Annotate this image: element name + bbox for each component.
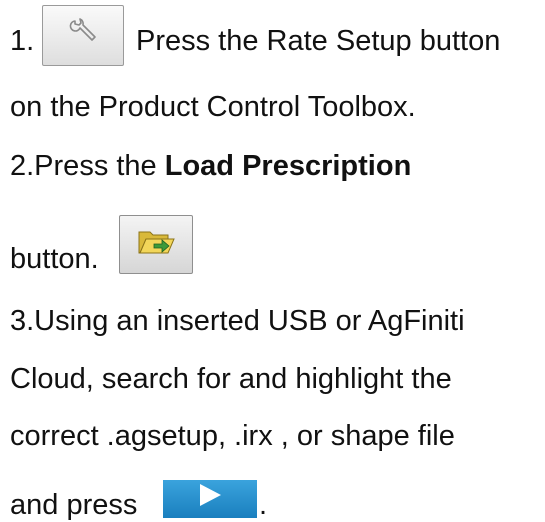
step-2-prefix: 2.Press the [10,150,165,182]
step-3-text-a: 3.Using an inserted USB or AgFiniti [10,305,465,337]
next-button[interactable] [163,480,257,518]
step-1-text-b: on the Product Control Toolbox. [10,91,416,123]
wrench-icon [68,17,98,55]
load-prescription-button[interactable] [119,215,193,274]
step-3-text-c: correct .agsetup, .irx , or shape file [10,420,455,452]
load-prescription-label: Load Prescription [164,150,412,182]
step-1-number: 1. [10,25,35,57]
step-1-text-a: Press the Rate Setup button [136,25,501,57]
rate-setup-button[interactable] [42,5,124,66]
step-2-text: 2.Press the Load Prescription [10,149,411,183]
step-3-period: . [259,489,268,521]
step-3-text-b: Cloud, search for and highlight the [10,363,452,395]
play-arrow-icon [196,482,224,516]
step-3-text-d: and press [10,489,138,521]
step-2-text-b: button. [10,243,99,275]
folder-arrow-icon [136,224,176,266]
